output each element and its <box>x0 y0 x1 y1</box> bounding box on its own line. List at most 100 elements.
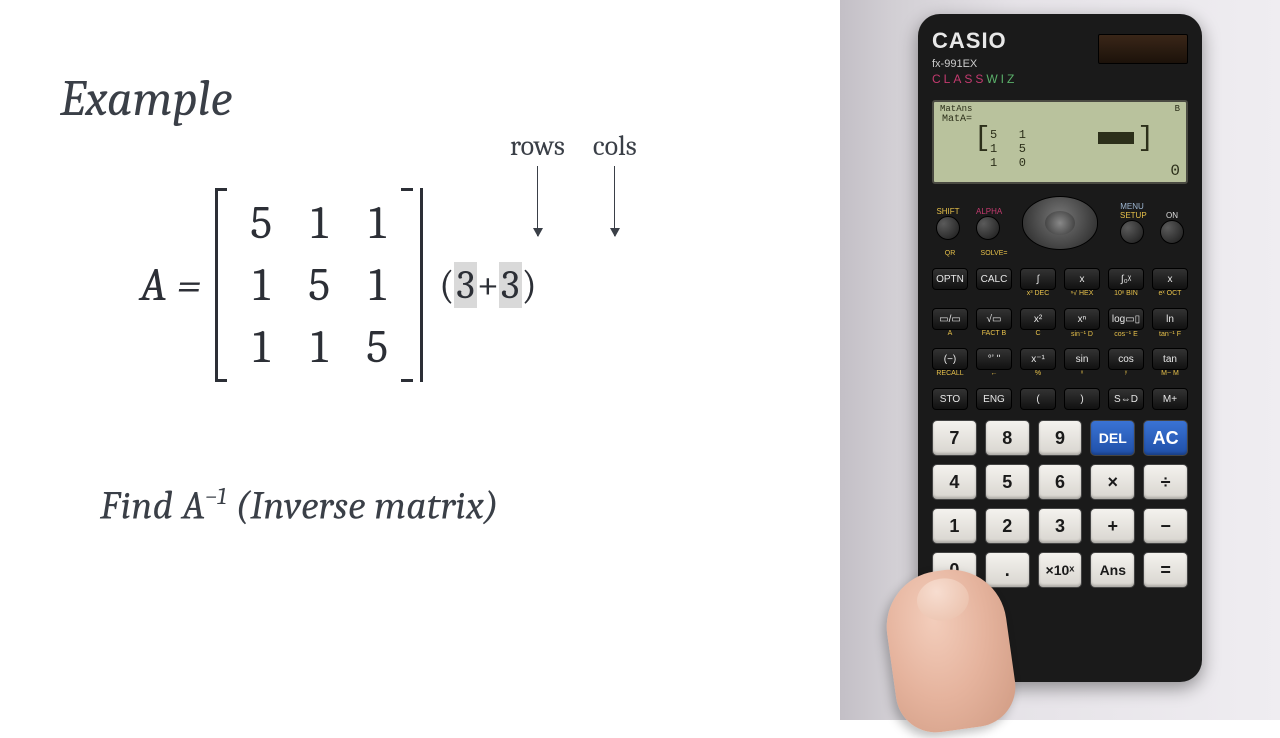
matrix-dimensions: (3+3) <box>439 262 537 308</box>
num-key-7[interactable]: 7 <box>932 420 977 456</box>
matrix-A: 5 1 1 1 5 1 1 1 5 <box>215 188 423 382</box>
shift-label: SHIFT <box>936 207 960 216</box>
fn-sublabel: M− M <box>1152 370 1188 378</box>
fn-key-[interactable]: ( <box>1020 388 1056 410</box>
bracket-left-icon: [ <box>974 128 991 150</box>
menu-label: MENU <box>1120 202 1144 211</box>
fn-sublabel: FACT B <box>976 330 1012 338</box>
on-label: ON <box>1160 211 1184 220</box>
num-key-[interactable]: − <box>1143 508 1188 544</box>
fn-key-sd[interactable]: S⇔D <box>1108 388 1144 410</box>
num-key-del[interactable]: DEL <box>1090 420 1135 456</box>
fn-sublabel: sin⁻¹ D <box>1064 330 1100 338</box>
num-key-[interactable]: + <box>1090 508 1135 544</box>
matrix-equation: A = 5 1 1 1 5 1 1 1 5 (3+3) <box>140 188 780 382</box>
fn-key-tan[interactable]: tan <box>1152 348 1188 370</box>
fn-key-calc[interactable]: CALC <box>976 268 1012 290</box>
lcd-status-left: MatAns <box>940 104 972 114</box>
matrix-cell: 1 <box>232 316 290 378</box>
fn-key-[interactable]: °ʼ ʺ <box>976 348 1012 370</box>
num-key-9[interactable]: 9 <box>1038 420 1083 456</box>
fn-sublabel: SOLVE= <box>976 250 1012 258</box>
fn-sublabel: tan⁻¹ F <box>1152 330 1188 338</box>
num-key-ac[interactable]: AC <box>1143 420 1188 456</box>
fn-key-m[interactable]: M+ <box>1152 388 1188 410</box>
fn-key-eng[interactable]: ENG <box>976 388 1012 410</box>
task-var: A <box>182 482 205 528</box>
fn-sublabel: C <box>1020 330 1056 338</box>
cols-label: cols <box>593 130 637 162</box>
fn-key-[interactable]: ) <box>1064 388 1100 410</box>
fn-sublabel: x³ DEC <box>1020 290 1056 298</box>
fn-sublabel <box>976 290 1012 298</box>
fn-sublabel <box>1152 250 1188 258</box>
lcd-screen: MatAnsB MatA= [ 5 1 1 5 1 0 ] 0 <box>932 100 1188 184</box>
dimension-annotations: rows cols <box>510 130 637 236</box>
fn-key-x[interactable]: x <box>1064 268 1100 290</box>
alpha-button[interactable] <box>976 216 1000 240</box>
task-statement: Find A−1 (Inverse matrix) <box>100 482 780 528</box>
num-key-3[interactable]: 3 <box>1038 508 1083 544</box>
lcd-matrix-label: MatA= <box>942 114 972 125</box>
fn-key-[interactable]: (−) <box>932 348 968 370</box>
bracket-right-icon: ] <box>1137 128 1154 150</box>
page-title: Example <box>60 70 780 128</box>
lcd-matrix-values: 5 1 1 5 1 0 <box>990 128 1026 170</box>
task-suffix: (Inverse matrix) <box>226 482 498 528</box>
fn-key-x[interactable]: x² <box>1020 308 1056 330</box>
num-key-6[interactable]: 6 <box>1038 464 1083 500</box>
fn-key-[interactable]: ∫₀ᵡ <box>1108 268 1144 290</box>
fn-sublabel: % <box>1020 370 1056 378</box>
dpad-button[interactable] <box>1022 196 1098 250</box>
dim-rows: 3 <box>454 262 476 308</box>
arrow-down-icon <box>614 166 615 236</box>
task-exponent: −1 <box>205 482 226 510</box>
fn-key-ln[interactable]: ln <box>1152 308 1188 330</box>
fn-key-[interactable]: ▭/▭ <box>932 308 968 330</box>
matrix-cell: 1 <box>232 254 290 316</box>
num-key-[interactable]: ÷ <box>1143 464 1188 500</box>
fn-sublabel: ⁿ√ HEX <box>1064 290 1100 298</box>
fn-key-x[interactable]: x⁻¹ <box>1020 348 1056 370</box>
num-key-2[interactable]: 2 <box>985 508 1030 544</box>
fn-sublabel <box>1108 250 1144 258</box>
matrix-cell: 1 <box>290 192 348 254</box>
fn-key-x[interactable]: xⁿ <box>1064 308 1100 330</box>
fn-key-optn[interactable]: OPTN <box>932 268 968 290</box>
fn-sublabel: ˣ <box>1064 370 1100 378</box>
lcd-cursor-icon <box>1098 132 1134 144</box>
fn-key-[interactable]: √▭ <box>976 308 1012 330</box>
calculator-photo: CASIO fx-991EX CLASSWIZ MatAnsB MatA= [ … <box>840 0 1280 720</box>
num-key-4[interactable]: 4 <box>932 464 977 500</box>
fn-key-cos[interactable]: cos <box>1108 348 1144 370</box>
fn-key-x[interactable]: x <box>1152 268 1188 290</box>
matrix-name: A <box>140 259 167 312</box>
on-button[interactable] <box>1160 220 1184 244</box>
num-key-[interactable]: × <box>1090 464 1135 500</box>
fn-key-sto[interactable]: STO <box>932 388 968 410</box>
fn-sublabel: ← <box>976 370 1012 378</box>
rows-label: rows <box>510 130 565 162</box>
fn-sublabel <box>1064 250 1100 258</box>
fn-key-log[interactable]: log▭▯ <box>1108 308 1144 330</box>
menu-button[interactable] <box>1120 220 1144 244</box>
num-key-5[interactable]: 5 <box>985 464 1030 500</box>
shift-button[interactable] <box>936 216 960 240</box>
dim-cols: 3 <box>499 262 521 308</box>
num-key-ans[interactable]: Ans <box>1090 552 1135 588</box>
num-key-8[interactable]: 8 <box>985 420 1030 456</box>
task-prefix: Find <box>100 482 182 528</box>
fn-key-sin[interactable]: sin <box>1064 348 1100 370</box>
num-key-[interactable]: . <box>985 552 1030 588</box>
fn-sublabel: A <box>932 330 968 338</box>
matrix-cell: 1 <box>290 316 348 378</box>
num-key-10[interactable]: ×10ˣ <box>1038 552 1083 588</box>
num-key-1[interactable]: 1 <box>932 508 977 544</box>
fn-sublabel: ʸ <box>1108 370 1144 378</box>
fn-key-[interactable]: ∫ <box>1020 268 1056 290</box>
example-panel: Example rows cols A = 5 1 1 1 5 1 1 1 5 … <box>0 0 840 720</box>
series-label: CLASSWIZ <box>932 72 1188 86</box>
lcd-corner-value: 0 <box>1170 162 1180 180</box>
matrix-cell: 1 <box>348 254 406 316</box>
num-key-[interactable]: = <box>1143 552 1188 588</box>
